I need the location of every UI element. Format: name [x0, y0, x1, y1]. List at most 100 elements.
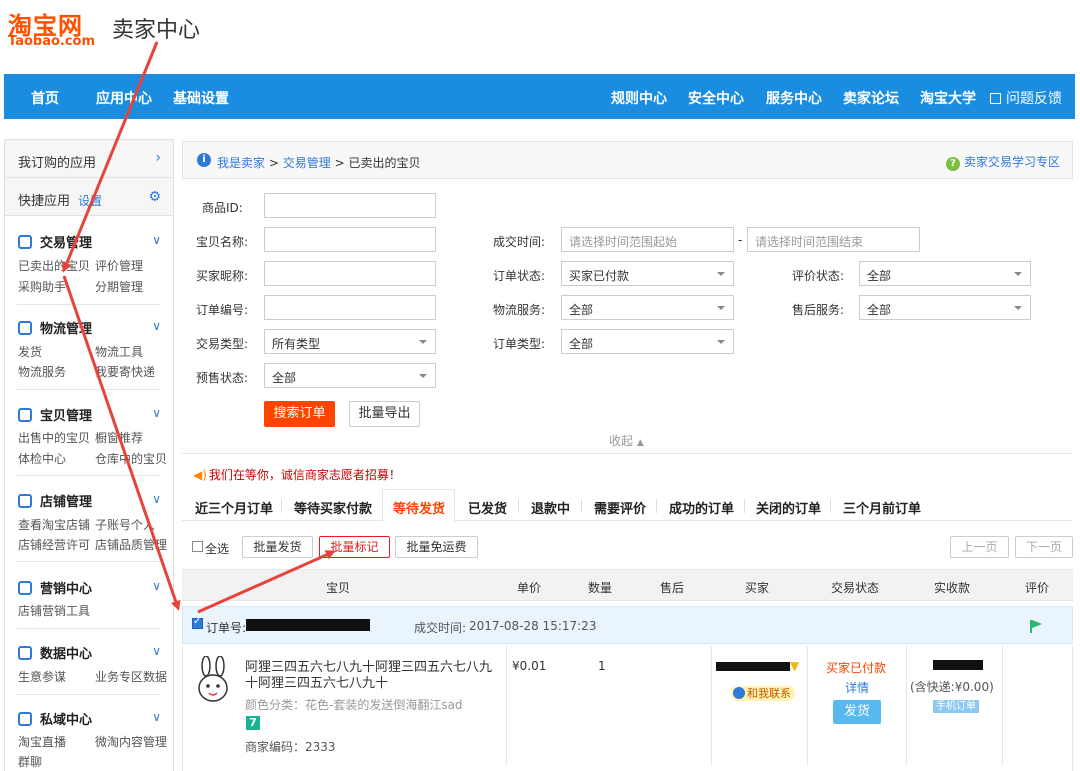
nav-security-center[interactable]: 安全中心: [688, 88, 744, 108]
tab-awaiting-shipment[interactable]: 等待发货: [393, 498, 445, 517]
sidebar-section-marketing[interactable]: 营销中心: [18, 578, 92, 597]
tab-need-rating[interactable]: 需要评价: [594, 498, 646, 517]
collapse-toggle[interactable]: 收起 ▲: [609, 432, 644, 449]
sidebar-item-installment[interactable]: 分期管理: [95, 278, 143, 295]
sidebar-item-business-data[interactable]: 业务专区数据: [95, 668, 167, 685]
presale-select[interactable]: 全部: [264, 363, 436, 388]
product-thumbnail[interactable]: [193, 656, 233, 708]
order-detail-link[interactable]: 详情: [845, 679, 869, 696]
tab-separator: [518, 499, 519, 513]
quick-settings-link[interactable]: 设置: [78, 194, 102, 208]
sidebar-item-sub-account[interactable]: 子账号个人: [95, 516, 155, 533]
table-header: 宝贝 单价 数量 售后 买家 交易状态 实收款 评价: [182, 569, 1073, 601]
sidebar-section-private[interactable]: 私域中心: [18, 709, 92, 728]
product-title[interactable]: 阿狸三四五六七八九十阿狸三四五六七八九十阿狸三四五六七八九十: [245, 660, 495, 692]
rating-status-select[interactable]: 全部: [859, 261, 1031, 286]
item-name-input[interactable]: [264, 227, 436, 252]
item-id-input[interactable]: [264, 193, 436, 218]
logistics-label: 物流服务:: [493, 303, 546, 317]
chevron-down-icon[interactable]: ∨: [152, 233, 161, 247]
nav-service-center[interactable]: 服务中心: [766, 88, 822, 108]
chevron-down-icon[interactable]: ∨: [152, 710, 161, 724]
order-no-input[interactable]: [264, 295, 436, 320]
sidebar-item-ship[interactable]: 发货: [18, 343, 42, 360]
sidebar-item-rating[interactable]: 评价管理: [95, 257, 143, 274]
tab-successful[interactable]: 成功的订单: [669, 498, 734, 517]
sidebar-item-on-sale[interactable]: 出售中的宝贝: [18, 429, 90, 446]
nav-feedback[interactable]: 问题反馈: [990, 88, 1062, 108]
sidebar-item-quality[interactable]: 店铺品质管理: [95, 536, 167, 553]
sidebar-section-shop[interactable]: 店铺管理: [18, 491, 92, 510]
tab-three-months[interactable]: 近三个月订单: [195, 498, 273, 517]
batch-ship-button[interactable]: 批量发货: [242, 536, 313, 558]
tab-separator: [830, 499, 831, 513]
sidebar-item-view-shop[interactable]: 查看淘宝店铺: [18, 516, 90, 533]
deal-time-end-input[interactable]: 请选择时间范围结束: [747, 227, 920, 252]
logistics-select[interactable]: 全部: [561, 295, 734, 320]
chevron-down-icon[interactable]: ∨: [152, 406, 161, 420]
chevron-down-icon[interactable]: ∨: [152, 644, 161, 658]
batch-free-shipping-button[interactable]: 批量免运费: [395, 536, 478, 558]
trade-type-select[interactable]: 所有类型: [264, 329, 436, 354]
breadcrumb-seller[interactable]: 我是卖家: [217, 156, 265, 170]
select-all-checkbox[interactable]: [192, 541, 203, 552]
tab-closed[interactable]: 关闭的订单: [756, 498, 821, 517]
sidebar-item-send-express[interactable]: 我要寄快递: [95, 363, 155, 380]
search-orders-button[interactable]: 搜索订单: [264, 401, 335, 427]
chevron-down-icon[interactable]: ∨: [152, 319, 161, 333]
sidebar-item-logistics-service[interactable]: 物流服务: [18, 363, 66, 380]
nav-seller-forum[interactable]: 卖家论坛: [843, 88, 899, 108]
after-sale-select[interactable]: 全部: [859, 295, 1031, 320]
caret-down-icon: [1014, 272, 1022, 276]
sidebar-section-data[interactable]: 数据中心: [18, 643, 92, 662]
nav-home[interactable]: 首页: [31, 88, 59, 108]
sidebar-item-weitao[interactable]: 微淘内容管理: [95, 733, 167, 750]
sidebar-item-sold-items[interactable]: 已卖出的宝贝: [18, 257, 90, 274]
sidebar-section-items[interactable]: 宝贝管理: [18, 405, 92, 424]
sidebar-item-marketing-tools[interactable]: 店铺营销工具: [18, 602, 90, 619]
nav-basic-settings[interactable]: 基础设置: [173, 88, 229, 108]
recruit-notice[interactable]: ◀) 我们在等你，诚信商家志愿者招募！: [193, 466, 401, 483]
tab-refunding[interactable]: 退款中: [531, 498, 570, 517]
buyer-nick-input[interactable]: [264, 261, 436, 286]
chevron-down-icon[interactable]: ∨: [152, 579, 161, 593]
nav-app-center[interactable]: 应用中心: [96, 88, 152, 108]
batch-mark-button[interactable]: 批量标记: [319, 536, 390, 558]
sidebar-item-logistics-tools[interactable]: 物流工具: [95, 343, 143, 360]
batch-export-button[interactable]: 批量导出: [349, 401, 420, 427]
sidebar-item-purchase[interactable]: 采购助手: [18, 278, 66, 295]
order-type-select[interactable]: 全部: [561, 329, 734, 354]
divider: [17, 694, 161, 695]
nav-taobao-university[interactable]: 淘宝大学: [920, 88, 976, 108]
flag-icon[interactable]: [1029, 619, 1043, 633]
tab-awaiting-payment[interactable]: 等待买家付款: [294, 498, 372, 517]
contact-buyer-button[interactable]: 和我联系: [731, 686, 795, 701]
divider: [17, 389, 161, 390]
gear-icon[interactable]: ⚙: [148, 189, 161, 205]
sidebar-item-warehouse[interactable]: 仓库中的宝贝: [95, 450, 167, 467]
tab-older[interactable]: 三个月前订单: [843, 498, 921, 517]
tab-shipped[interactable]: 已发货: [468, 498, 507, 517]
sidebar-item-business-advisor[interactable]: 生意参谋: [18, 668, 66, 685]
sidebar-item-group-chat[interactable]: 群聊: [18, 753, 42, 770]
sidebar-subscribed-apps[interactable]: 我订购的应用 ›: [5, 140, 173, 178]
deal-time-start-input[interactable]: 请选择时间范围起始: [561, 227, 734, 252]
sidebar-item-live[interactable]: 淘宝直播: [18, 733, 66, 750]
sidebar-section-trade[interactable]: 交易管理: [18, 232, 92, 251]
column-divider: [711, 646, 712, 766]
prev-page-button[interactable]: 上一页: [950, 536, 1009, 558]
filter-icon[interactable]: ▼: [790, 659, 799, 673]
help-link[interactable]: ? 卖家交易学习专区: [945, 153, 1060, 171]
sidebar-item-showcase[interactable]: 橱窗推荐: [95, 429, 143, 446]
sidebar-item-license[interactable]: 店铺经营许可: [18, 536, 90, 553]
nav-rule-center[interactable]: 规则中心: [611, 88, 667, 108]
sidebar-item-checkup[interactable]: 体检中心: [18, 450, 66, 467]
next-page-button[interactable]: 下一页: [1015, 536, 1073, 558]
breadcrumb-trade[interactable]: 交易管理: [283, 156, 331, 170]
chevron-down-icon[interactable]: ∨: [152, 492, 161, 506]
ship-button[interactable]: 发货: [833, 700, 881, 724]
order-checkbox[interactable]: [192, 616, 203, 629]
order-status-select[interactable]: 买家已付款: [561, 261, 734, 286]
order-no-label: 订单编号:: [196, 303, 249, 317]
sidebar-section-logistics[interactable]: 物流管理: [18, 318, 92, 337]
